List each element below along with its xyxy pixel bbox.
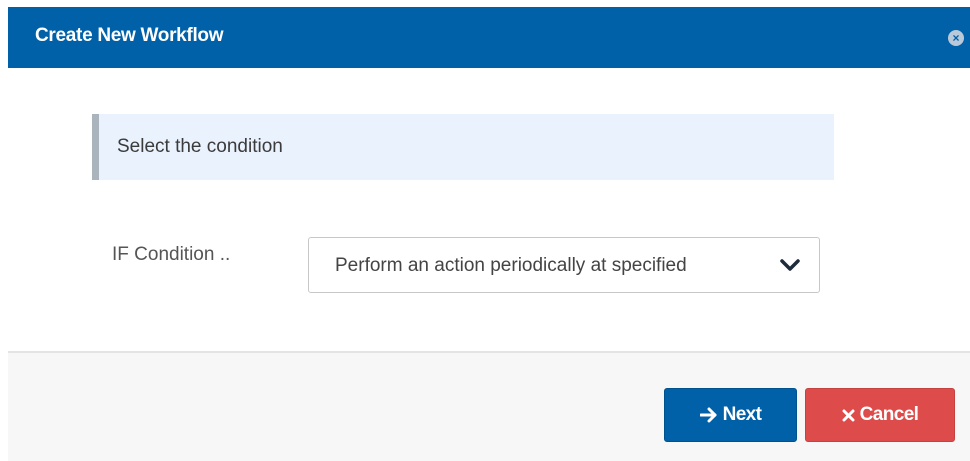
dialog-title: Create New Workflow: [35, 25, 224, 46]
next-button[interactable]: Next: [664, 388, 797, 442]
close-icon[interactable]: ×: [948, 30, 964, 46]
info-text: Select the condition: [117, 136, 283, 157]
dialog-body: Select the condition IF Condition .. Per…: [8, 68, 970, 352]
dialog-footer: Next Cancel: [8, 353, 970, 461]
condition-select-value: Perform an action periodically at specif…: [335, 255, 687, 276]
next-button-label: Next: [722, 404, 762, 425]
dialog-header: Create New Workflow ×: [8, 7, 970, 68]
arrow-right-icon: [699, 407, 718, 423]
chevron-down-icon: [780, 259, 800, 271]
cancel-button[interactable]: Cancel: [805, 388, 955, 442]
create-workflow-dialog: Create New Workflow × Select the conditi…: [0, 0, 970, 461]
condition-select[interactable]: Perform an action periodically at specif…: [308, 237, 820, 293]
x-icon: [842, 409, 855, 422]
cancel-button-label: Cancel: [859, 404, 919, 425]
condition-label: IF Condition ..: [112, 244, 231, 265]
info-callout: Select the condition: [92, 114, 834, 180]
